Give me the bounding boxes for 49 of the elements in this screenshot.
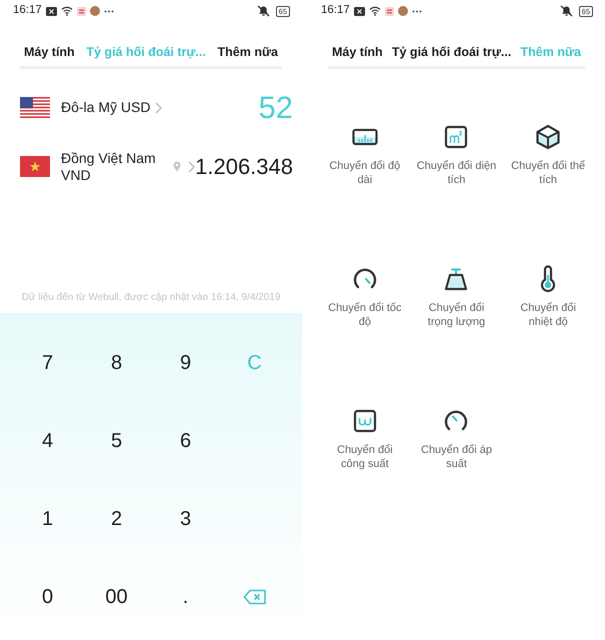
status-time: 16:17 [321,5,350,17]
muted-bell-icon [256,5,270,17]
image-icon [354,6,365,16]
keypad-key[interactable]: 5 [82,402,151,480]
tab[interactable]: Tỷ giá hối đoái trự... [392,42,512,62]
wifi-icon [60,6,73,16]
muted-bell-icon [560,5,573,17]
more-dots-icon [104,10,114,12]
app-tile-icon [384,6,394,16]
tab[interactable]: Máy tính [332,42,383,62]
chevron-right-icon [188,160,196,172]
converter-button[interactable]: Chuyển đổi nhiệt độ [502,265,594,329]
currency-picker[interactable]: Đô-la Mỹ USD [61,99,162,116]
converter-button[interactable]: Chuyển đổi thể tích [502,123,594,187]
keypad-key[interactable]: 0 [13,558,82,636]
vn-flag-icon [20,156,50,177]
status-time: 16:17 [13,5,42,17]
keypad-key[interactable]: 2 [82,480,151,558]
image-icon [46,6,57,16]
converter-button[interactable]: Chuyển đổi công suất [319,407,411,471]
chevron-right-icon [155,102,162,114]
wifi-icon [368,6,381,16]
currency-amount: 1.206.348 [195,156,293,178]
cube-icon [534,123,562,151]
keypad-key[interactable]: 8 [82,324,151,402]
converter-button[interactable]: Chuyển đổi tốc độ [319,265,411,329]
converter-button[interactable]: Chuyển đổi áp suất [410,407,502,471]
keypad-key[interactable]: 3 [151,480,220,558]
tab[interactable]: Thêm nữa [218,42,278,62]
converter-button[interactable]: Chuyển đổi trọng lượng [410,265,502,329]
keypad-key[interactable]: . [151,558,220,636]
keypad-key[interactable]: 9 [151,324,220,402]
us-flag-icon [20,97,50,118]
source-note: Dữ liệu đến từ Webull, được cập nhật vào 16:14, 9/4/2019 [20,291,282,305]
keypad-key[interactable]: 1 [13,480,82,558]
backspace-icon [242,589,266,605]
avatar-icon [90,6,100,16]
app-tile-icon [76,6,86,16]
currency-picker[interactable]: Đồng Việt Nam VND [61,150,196,184]
keypad-key[interactable]: 7 [13,324,82,402]
currency-amount: 52 [258,92,293,123]
more-dots-icon [412,10,422,12]
converter-button[interactable]: Chuyển đổi độ dài [319,123,411,187]
tab[interactable]: Máy tính [24,42,75,62]
keypad-key[interactable]: 4 [13,402,82,480]
avatar-icon [398,6,408,16]
converter-button[interactable]: Chuyển đổi diện tích [410,123,502,187]
keypad-key[interactable]: 6 [151,402,220,480]
keypad-key[interactable]: 00 [82,558,151,636]
